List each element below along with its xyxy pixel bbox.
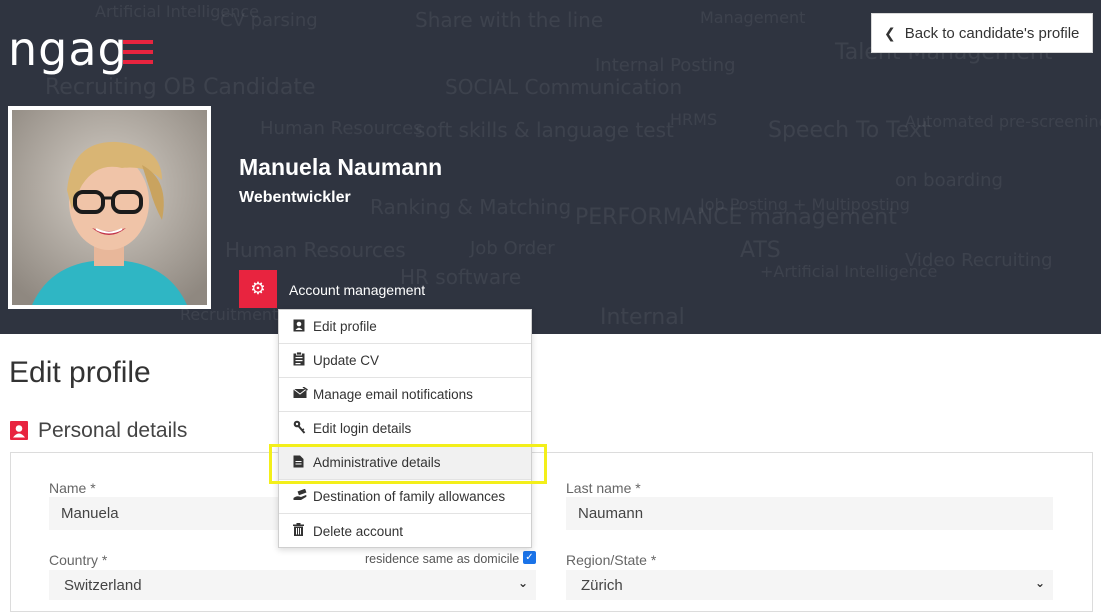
banner-background-word: SOCIAL Communication [445,75,683,99]
banner-background-word: Management [700,8,806,27]
logo-text: ngag [8,22,128,76]
country-select[interactable]: Switzerland ⌄ [49,570,536,600]
key-icon [293,420,313,437]
menu-item-label: Manage email notifications [313,387,473,402]
country-label: Country * [49,552,108,568]
menu-item-edit-profile[interactable]: Edit profile [279,310,531,344]
menu-item-update-cv[interactable]: Update CV [279,344,531,378]
envelope-icon [293,386,313,402]
country-select-value: Switzerland [64,576,142,594]
back-button-label: Back to candidate's profile [904,24,1080,42]
region-label: Region/State * [566,552,657,568]
chevron-down-icon: ⌄ [517,576,528,590]
last-name-input[interactable]: Naumann [566,497,1053,530]
banner-background-word: ATS [740,238,781,263]
menu-item-administrative-details[interactable]: Administrative details [279,446,531,480]
menu-item-label: Edit login details [313,421,412,436]
name-label: Name * [49,480,96,496]
header-banner: Artificial Intelligence CV parsing Share w… [0,0,1101,334]
logo-e-mark [123,40,155,64]
id-card-icon [293,319,313,335]
banner-background-word: Ranking & Matching [370,195,572,219]
banner-background-word: HRMS [670,110,718,129]
menu-item-label: Delete account [313,523,404,539]
last-name-label: Last name * [566,480,641,496]
banner-background-word: Internal Posting [595,55,736,76]
gear-icon: ⚙ [250,279,266,298]
menu-item-label: Administrative details [313,455,441,470]
back-to-profile-button[interactable]: ❮ Back to candidate's profile [871,13,1093,53]
region-select[interactable]: Zürich ⌄ [566,570,1053,600]
banner-background-word: CV parsing [220,10,318,31]
menu-item-label: Destination of family allowances [313,489,506,504]
account-management-label[interactable]: Account management [289,282,425,298]
logo: ngag [8,26,128,72]
candidate-job-title: Webentwickler [239,189,351,206]
banner-background-word: on boarding [895,170,1003,191]
name-input[interactable]: Manuela [49,497,279,530]
trash-icon [293,523,313,539]
region-select-value: Zürich [581,576,623,594]
residence-same-as-domicile-label: residence same as domicile [365,552,520,566]
banner-background-word: Internal [600,305,685,330]
menu-item-label: Edit profile [313,319,377,334]
menu-item-label: Update CV [313,353,380,368]
section-title-personal-details: Personal details [38,419,188,442]
account-management-menu: Edit profile Update CV Manage email noti… [278,309,532,548]
chevron-left-icon: ❮ [884,24,896,41]
banner-background-word: Human Resources [260,118,423,139]
menu-item-edit-login-details[interactable]: Edit login details [279,412,531,446]
residence-same-as-domicile-checkbox[interactable]: ✓ [523,551,536,564]
banner-background-word: Recruiting OB Candidate [45,75,316,100]
menu-item-destination-of-family-allowances[interactable]: Destination of family allowances [279,480,531,514]
menu-item-delete-account[interactable]: Delete account [279,514,531,548]
banner-background-word: Job Order [470,238,555,259]
banner-background-word: Human Resources [225,238,406,262]
candidate-photo-illustration [12,110,207,305]
banner-background-word: Job Posting + Multiposting [700,195,910,214]
chevron-down-icon: ⌄ [1034,576,1045,590]
menu-item-manage-email-notifications[interactable]: Manage email notifications [279,378,531,412]
banner-background-word: Video Recruiting [905,250,1053,271]
page-title: Edit profile [9,356,151,389]
banner-background-word: soft skills & language test [415,118,674,142]
account-management-button[interactable]: ⚙ [239,270,277,308]
candidate-photo [8,106,211,309]
hand-money-icon [293,488,313,504]
person-card-icon [10,421,28,440]
banner-background-word: Automated pre-screening [905,112,1101,131]
clipboard-icon [293,351,313,369]
banner-background-word: Share with the line [415,8,604,32]
candidate-name: Manuela Naumann [239,154,443,180]
document-icon [293,455,313,471]
